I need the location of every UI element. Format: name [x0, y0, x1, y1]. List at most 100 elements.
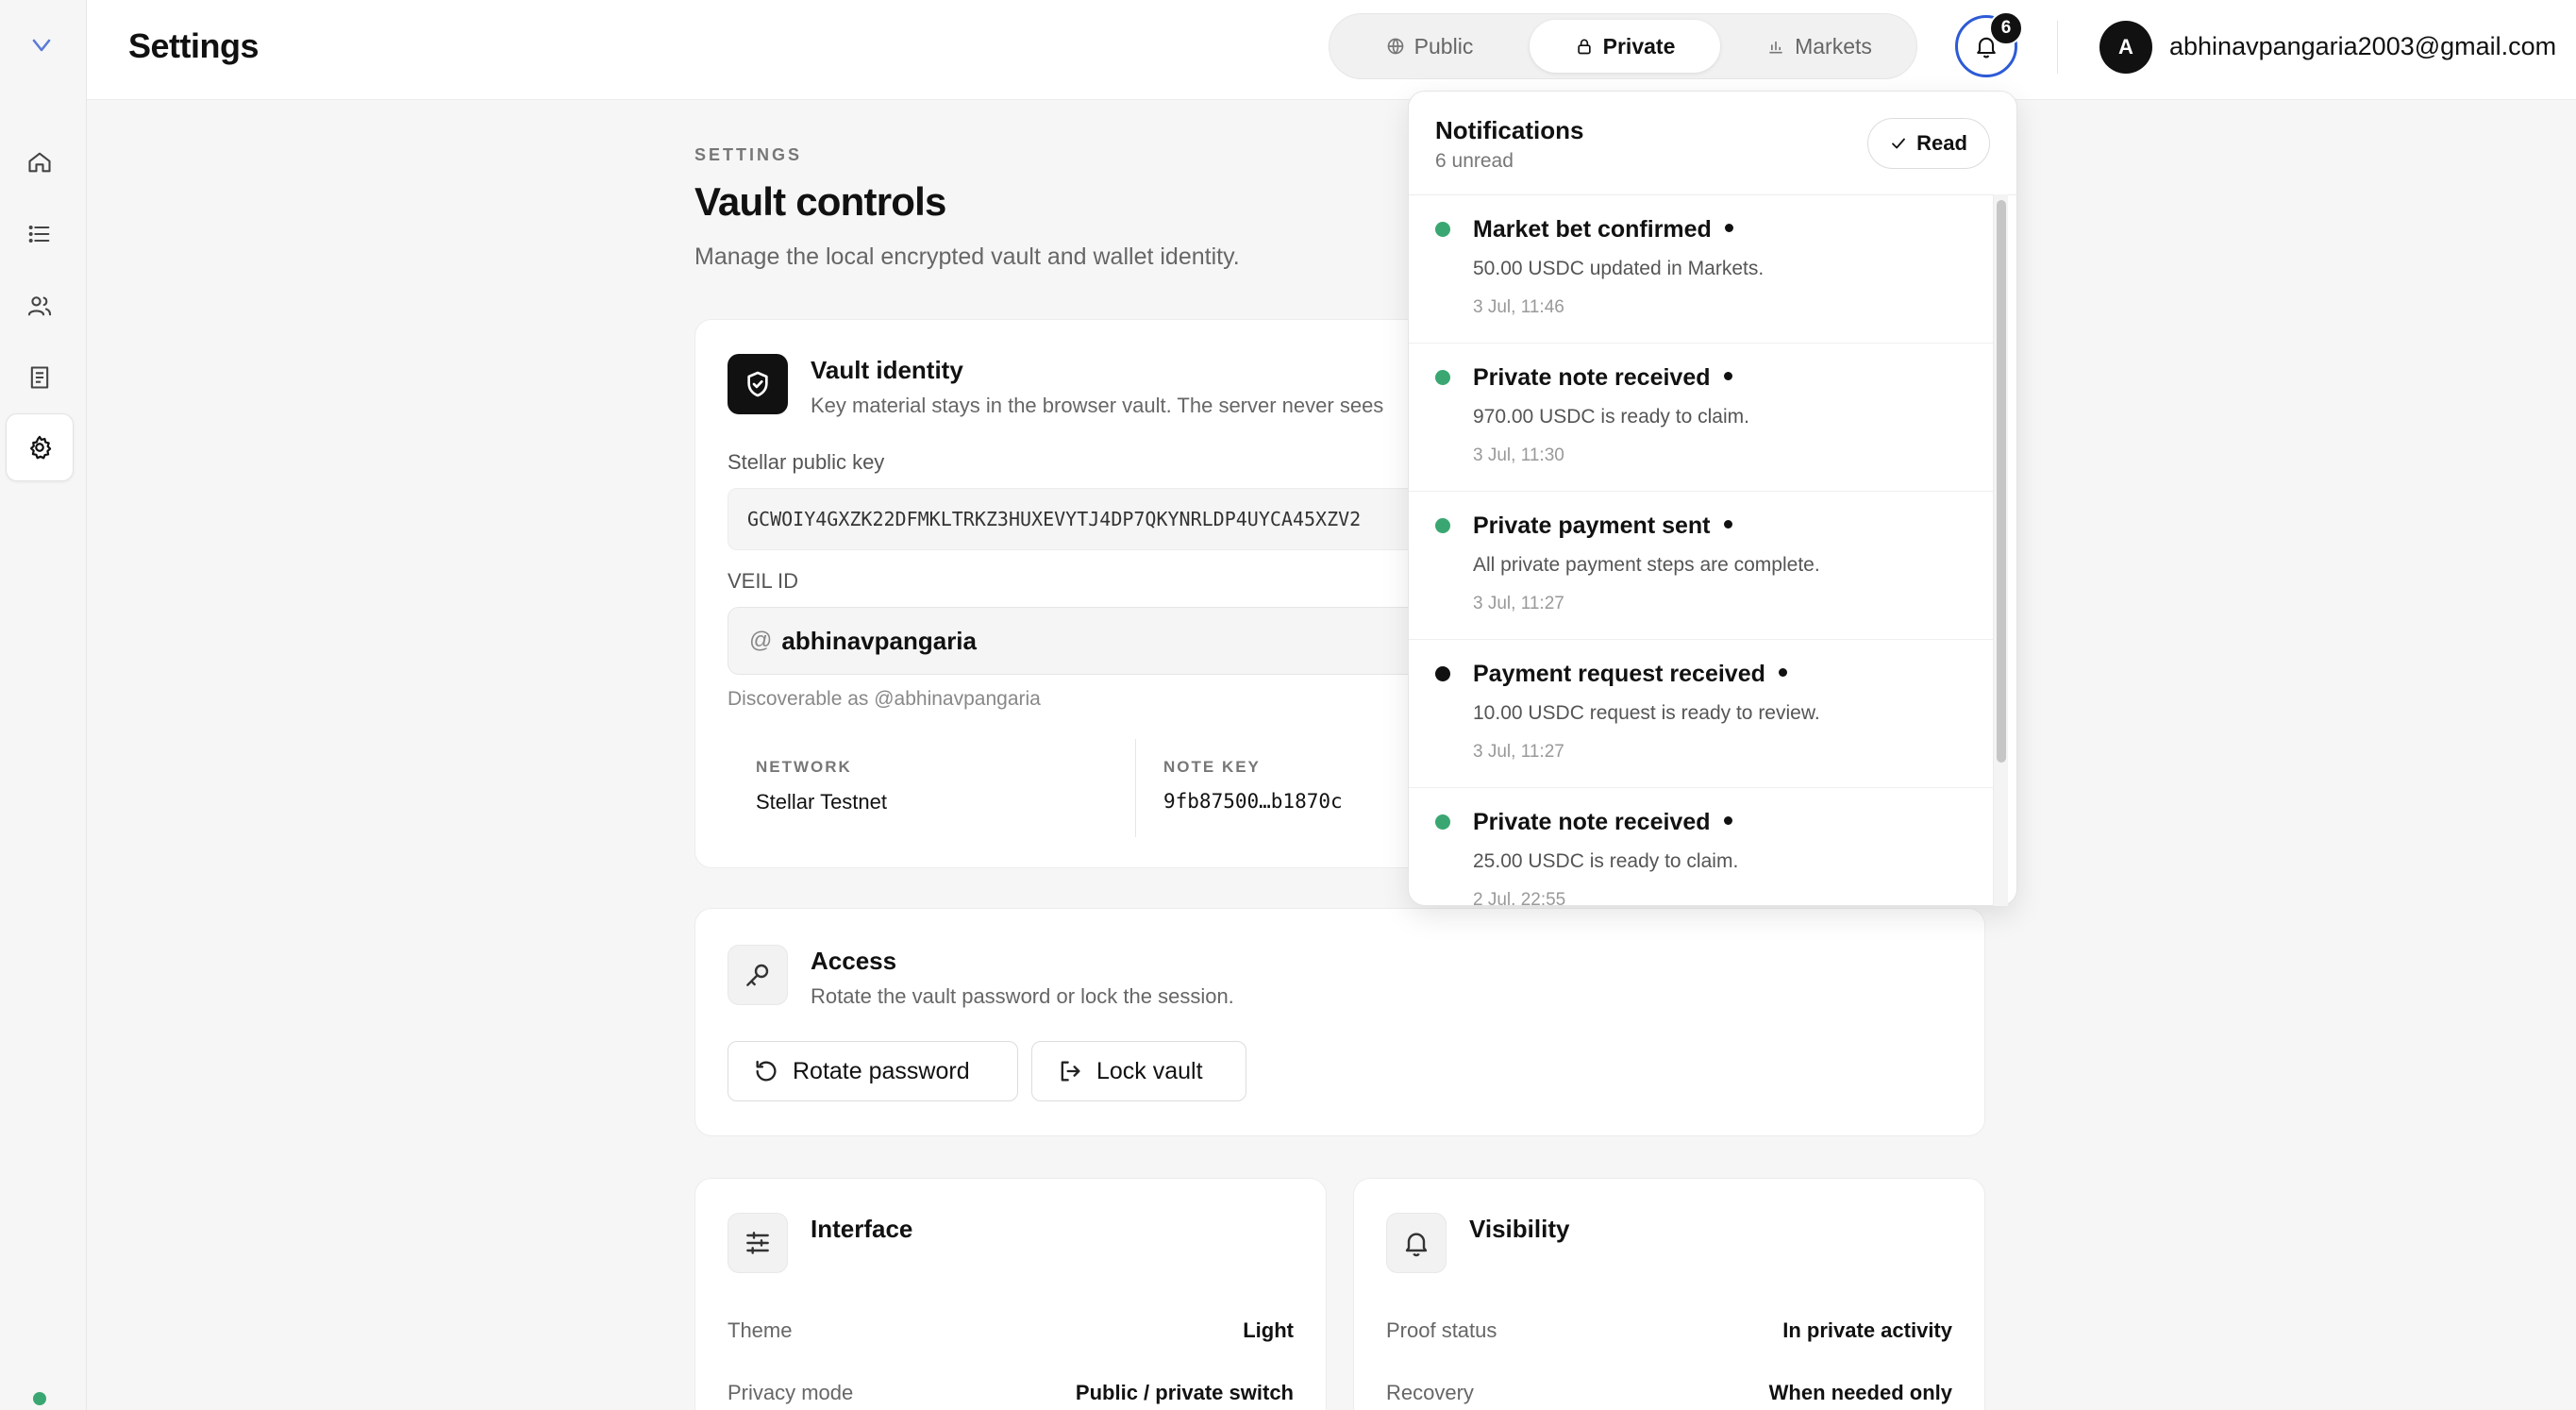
user-email[interactable]: abhinavpangaria2003@gmail.com [2169, 32, 2556, 61]
notification-body: 970.00 USDC is ready to claim. [1473, 406, 1749, 428]
notification-status-dot [1435, 814, 1450, 830]
rotate-password-label: Rotate password [793, 1057, 970, 1084]
header-divider [2057, 21, 2058, 74]
mark-read-button[interactable]: Read [1867, 118, 1990, 169]
notification-item[interactable]: Private note received 970.00 USDC is rea… [1409, 344, 1994, 492]
meta-divider [1135, 739, 1136, 837]
network-value: Stellar Testnet [756, 790, 888, 814]
rotate-password-button[interactable]: Rotate password [728, 1041, 1018, 1101]
vault-identity-icon-box [728, 354, 788, 414]
avatar[interactable]: A [2099, 21, 2152, 74]
sidebar [0, 0, 87, 1410]
public-key-label: Stellar public key [728, 450, 885, 474]
sidebar-item-activity[interactable] [6, 200, 74, 268]
recovery-value[interactable]: When needed only [1769, 1381, 1952, 1405]
sidebar-item-documents[interactable] [6, 344, 74, 411]
notification-title: Market bet confirmed [1473, 216, 1733, 243]
mode-public-label: Public [1413, 33, 1474, 59]
lock-icon [1577, 39, 1591, 55]
notifications-list: Market bet confirmed 50.00 USDC updated … [1409, 195, 1994, 906]
privacy-mode-label: Privacy mode [728, 1381, 854, 1404]
notification-title: Private note received [1473, 364, 1732, 392]
veil-id-prefix: @ [749, 628, 773, 653]
mode-public-tab[interactable]: Public [1337, 20, 1522, 73]
note-key-label: NOTE KEY [1163, 758, 1261, 776]
veil-id-hint: Discoverable as @abhinavpangaria [728, 688, 1041, 710]
notification-item[interactable]: Private note received 25.00 USDC is read… [1409, 788, 1994, 906]
bell-icon [1405, 1233, 1428, 1257]
notification-time: 2 Jul, 22:55 [1473, 890, 1566, 906]
notification-title: Private note received [1473, 809, 1732, 836]
notification-time: 3 Jul, 11:30 [1473, 445, 1564, 465]
access-title: Access [811, 947, 897, 975]
proof-status-value[interactable]: In private activity [1782, 1318, 1952, 1343]
privacy-mode-value[interactable]: Public / private switch [1076, 1381, 1294, 1405]
visibility-title: Visibility [1469, 1215, 1570, 1243]
home-icon [28, 152, 51, 173]
interface-title: Interface [811, 1215, 913, 1243]
sidebar-item-settings[interactable] [6, 413, 74, 481]
notification-status-dot [1435, 666, 1450, 681]
notification-time: 3 Jul, 11:27 [1473, 742, 1564, 762]
proof-status-label: Proof status [1386, 1318, 1497, 1342]
notification-time: 3 Jul, 11:27 [1473, 594, 1564, 613]
unread-mark [1778, 667, 1787, 677]
veil-id-label: VEIL ID [728, 569, 798, 593]
notifications-header: Notifications 6 unread Read [1409, 92, 2016, 195]
notification-item[interactable]: Private payment sent All private payment… [1409, 492, 1994, 640]
section-title: Vault controls [694, 179, 946, 224]
connection-status-dot [33, 1392, 46, 1405]
gear-icon [30, 435, 52, 460]
theme-label: Theme [728, 1318, 793, 1342]
unread-mark [1724, 223, 1733, 232]
sidebar-item-home[interactable] [6, 128, 74, 196]
network-label: NETWORK [756, 758, 852, 776]
notifications-panel: Notifications 6 unread Read Market bet c… [1408, 91, 2017, 906]
top-header: Settings Public Private Markets 6 A abhi… [87, 0, 2576, 100]
notification-status-dot [1435, 518, 1450, 533]
notification-body: All private payment steps are complete. [1473, 554, 1820, 576]
check-icon [1892, 138, 1905, 149]
notification-time: 3 Jul, 11:46 [1473, 297, 1564, 317]
interface-icon-box [728, 1213, 788, 1273]
page-title: Settings [128, 26, 259, 65]
notification-status-dot [1435, 222, 1450, 237]
notification-body: 25.00 USDC is ready to claim. [1473, 850, 1739, 872]
globe-icon [1387, 38, 1404, 55]
section-eyebrow: SETTINGS [694, 145, 803, 164]
mode-markets-tab[interactable]: Markets [1728, 20, 1911, 73]
access-description: Rotate the vault password or lock the se… [811, 984, 1234, 1008]
list-icon [28, 226, 50, 243]
mode-private-label: Private [1602, 33, 1676, 59]
document-icon [30, 366, 49, 389]
notifications-title: Notifications [1435, 116, 1584, 144]
visibility-card: Visibility Proof status In private activ… [1353, 1178, 1985, 1410]
notification-item[interactable]: Payment request received 10.00 USDC requ… [1409, 640, 1994, 788]
veil-logo-icon[interactable] [28, 32, 55, 59]
notifications-scrollbar-thumb[interactable] [1997, 200, 2006, 763]
lock-vault-label: Lock vault [1096, 1057, 1203, 1084]
section-subtitle: Manage the local encrypted vault and wal… [694, 243, 1240, 270]
notification-body: 50.00 USDC updated in Markets. [1473, 258, 1765, 279]
key-icon [746, 964, 769, 986]
mode-private-tab[interactable]: Private [1530, 20, 1720, 73]
notification-item[interactable]: Market bet confirmed 50.00 USDC updated … [1409, 195, 1994, 344]
mark-read-label: Read [1916, 131, 1967, 155]
notification-body: 10.00 USDC request is ready to review. [1473, 702, 1820, 724]
sidebar-item-contacts[interactable] [6, 272, 74, 340]
visibility-icon-box [1386, 1213, 1447, 1273]
theme-value[interactable]: Light [1243, 1318, 1294, 1343]
mode-markets-label: Markets [1795, 33, 1872, 59]
sliders-icon [746, 1232, 769, 1254]
notification-title: Private payment sent [1473, 512, 1732, 540]
shield-check-icon [747, 371, 768, 397]
lock-vault-button[interactable]: Lock vault [1031, 1041, 1246, 1101]
vault-identity-description: Key material stays in the browser vault.… [811, 394, 1384, 417]
interface-card: Interface Theme Light Privacy mode Publi… [694, 1178, 1327, 1410]
mode-switch: Public Private Markets [1329, 13, 1917, 79]
recovery-label: Recovery [1386, 1381, 1474, 1404]
rotate-icon [756, 1060, 777, 1082]
unread-mark [1723, 815, 1732, 825]
note-key-value: 9fb87500…b1870c [1163, 790, 1343, 813]
users-icon [27, 296, 52, 316]
